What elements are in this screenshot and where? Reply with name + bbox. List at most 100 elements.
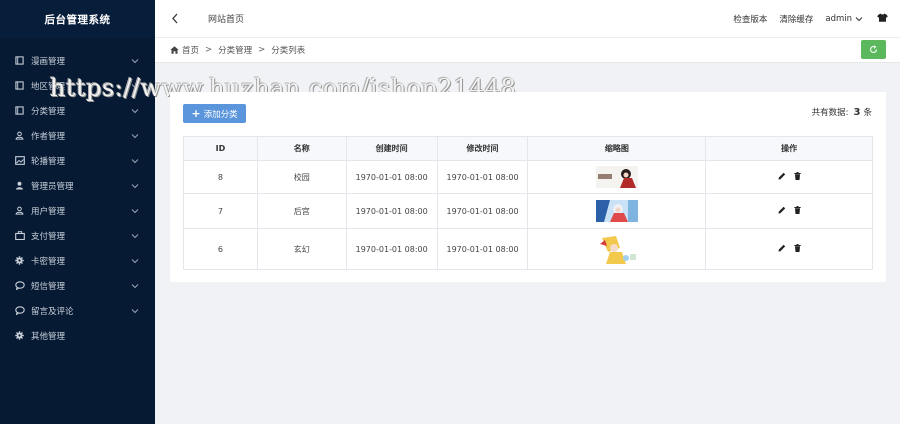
chevron-down-icon: [855, 16, 863, 21]
breadcrumb: 首页 > 分类管理 > 分类列表: [170, 44, 305, 56]
chevron-down-icon: [131, 208, 139, 213]
cell-thumbnail: [527, 228, 707, 270]
sidebar: 后台管理系统 漫画管理 地区管理 分类管理 作者管理 轮播管理 管理员管理 用户…: [0, 0, 155, 424]
plus-icon: +: [191, 107, 201, 120]
chevron-down-icon: [131, 83, 139, 88]
cell-updated: 1970-01-01 08:00: [436, 228, 529, 270]
breadcrumb-current: 分类列表: [271, 46, 306, 56]
edit-pencil-icon[interactable]: [778, 172, 786, 180]
cell-actions: [705, 160, 873, 194]
sidebar-item-label: 短信管理: [31, 281, 66, 292]
back-button[interactable]: [155, 0, 195, 38]
total-number: 3: [853, 107, 861, 118]
delete-trash-icon[interactable]: [793, 172, 801, 180]
refresh-icon: [870, 45, 878, 53]
cell-name: 玄幻: [256, 228, 347, 270]
sidebar-item-label: 轮播管理: [31, 156, 66, 167]
sidebar-item-categories[interactable]: 分类管理: [0, 98, 155, 123]
chevron-down-icon: [131, 58, 139, 63]
refresh-button[interactable]: [861, 40, 886, 59]
cell-name: 校园: [256, 160, 347, 194]
sidebar-item-comments[interactable]: 留言及评论: [0, 298, 155, 323]
total-suffix: 条: [863, 108, 872, 118]
sidebar-item-label: 地区管理: [31, 81, 66, 92]
breadcrumb-separator: >: [205, 45, 213, 55]
cell-id: 6: [183, 228, 258, 270]
delete-trash-icon[interactable]: [793, 206, 801, 214]
add-category-label: 添加分类: [203, 109, 238, 120]
chevron-down-icon: [131, 133, 139, 138]
brand-title: 后台管理系统: [0, 0, 155, 38]
sidebar-item-regions[interactable]: 地区管理: [0, 73, 155, 98]
chevron-down-icon: [131, 183, 139, 188]
sidebar-item-sms[interactable]: 短信管理: [0, 273, 155, 298]
sidebar-item-authors[interactable]: 作者管理: [0, 123, 155, 148]
cell-id: 8: [183, 160, 258, 194]
breadcrumb-home[interactable]: 首页: [182, 44, 199, 56]
add-category-button[interactable]: + 添加分类: [183, 104, 246, 123]
sidebar-item-users[interactable]: 用户管理: [0, 198, 155, 223]
image-icon: [14, 155, 25, 166]
chevron-down-icon: [131, 158, 139, 163]
breadcrumb-category[interactable]: 分类管理: [218, 44, 252, 56]
breadcrumb-separator: >: [258, 45, 266, 55]
total-prefix: 共有数据:: [811, 108, 849, 118]
comment-icon: [14, 280, 25, 291]
user-solid-icon: [14, 180, 25, 191]
delete-trash-icon[interactable]: [793, 244, 801, 252]
sidebar-item-other[interactable]: 其他管理: [0, 323, 155, 348]
user-icon: [14, 205, 25, 216]
sidebar-item-comics[interactable]: 漫画管理: [0, 48, 155, 73]
cell-created: 1970-01-01 08:00: [345, 193, 438, 229]
edit-pencil-icon[interactable]: [778, 206, 786, 214]
table-header-row: ID 名称 创建时间 修改时间 缩略图 操作: [183, 136, 873, 161]
thumbnail-image: [595, 200, 638, 222]
sidebar-item-label: 漫画管理: [31, 56, 66, 67]
column-header-name: 名称: [256, 136, 347, 161]
column-header-thumbnail: 缩略图: [527, 136, 707, 161]
sidebar-item-label: 作者管理: [31, 131, 66, 142]
book-icon: [14, 80, 25, 91]
sidebar-item-label: 其他管理: [31, 331, 66, 342]
username: admin: [825, 13, 852, 24]
column-header-actions: 操作: [705, 136, 873, 161]
column-header-created: 创建时间: [345, 136, 438, 161]
cell-updated: 1970-01-01 08:00: [436, 193, 529, 229]
page-title[interactable]: 网站首页: [208, 12, 244, 25]
sidebar-item-admins[interactable]: 管理员管理: [0, 173, 155, 198]
user-menu[interactable]: admin: [825, 14, 863, 24]
cell-updated: 1970-01-01 08:00: [436, 160, 529, 194]
chevron-down-icon: [131, 283, 139, 288]
gear-icon: [14, 330, 25, 341]
cell-id: 7: [183, 193, 258, 229]
edit-pencil-icon[interactable]: [778, 244, 786, 252]
sidebar-item-label: 支付管理: [31, 231, 66, 242]
sidebar-item-payments[interactable]: 支付管理: [0, 223, 155, 248]
thumbnail-image: [595, 166, 638, 188]
cell-name: 后宫: [256, 193, 347, 229]
cell-created: 1970-01-01 08:00: [345, 160, 438, 194]
book-icon: [14, 55, 25, 66]
chevron-left-icon: [172, 13, 178, 24]
chevron-down-icon: [131, 108, 139, 113]
theme-shirt-icon[interactable]: [877, 13, 888, 25]
column-header-id: ID: [183, 136, 258, 161]
thumbnail-image: [595, 234, 638, 264]
check-version-link[interactable]: 检查版本: [733, 13, 767, 25]
cell-thumbnail: [527, 193, 707, 229]
cell-actions: [705, 228, 873, 270]
top-header: 网站首页 检查版本 清除缓存 admin: [155, 0, 900, 38]
briefcase-icon: [14, 230, 25, 241]
cell-thumbnail: [527, 160, 707, 194]
column-header-updated: 修改时间: [436, 136, 529, 161]
sidebar-item-cardkeys[interactable]: 卡密管理: [0, 248, 155, 273]
category-table: ID 名称 创建时间 修改时间 缩略图 操作 8 校园 1970-01-01 0…: [183, 136, 873, 270]
book-icon: [14, 105, 25, 116]
header-actions: 检查版本 清除缓存 admin: [721, 13, 900, 25]
gear-icon: [14, 255, 25, 266]
sidebar-item-carousel[interactable]: 轮播管理: [0, 148, 155, 173]
sidebar-item-label: 分类管理: [31, 106, 66, 117]
clear-cache-link[interactable]: 清除缓存: [779, 13, 813, 25]
comment-icon: [14, 305, 25, 316]
sidebar-item-label: 管理员管理: [31, 181, 74, 192]
